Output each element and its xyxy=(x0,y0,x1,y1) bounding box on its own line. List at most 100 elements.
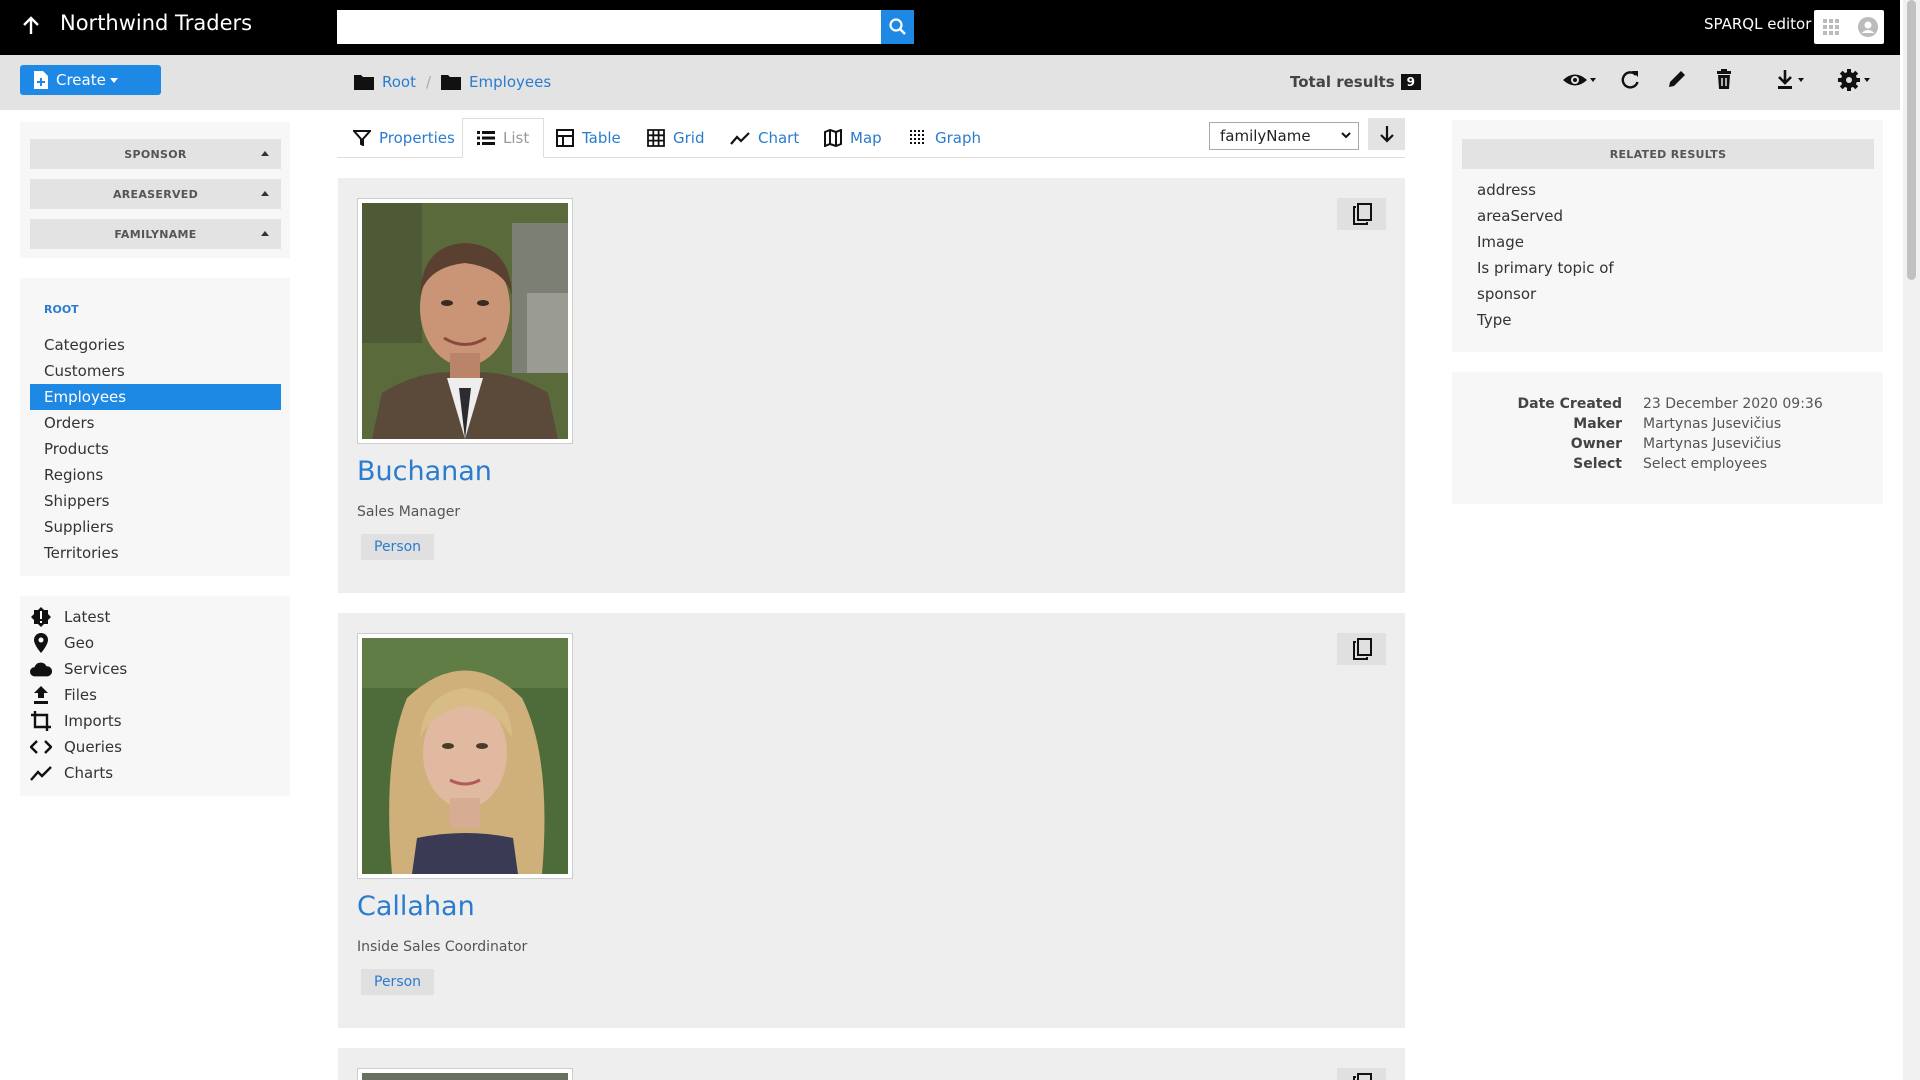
tab-table[interactable]: Table xyxy=(556,118,621,158)
search-button[interactable] xyxy=(881,10,914,44)
related-item-sponsor[interactable]: sponsor xyxy=(1477,285,1536,303)
breadcrumb-employees-label[interactable]: Employees xyxy=(469,73,551,91)
facet-sponsor[interactable]: SPONSOR xyxy=(30,139,281,169)
tab-table-label: Table xyxy=(582,129,621,147)
nav-item-employees[interactable]: Employees xyxy=(30,384,281,410)
refress-icon[interactable] xyxy=(1619,68,1641,92)
util-queries-label: Queries xyxy=(64,738,122,756)
tab-properties[interactable]: Properties xyxy=(353,118,455,158)
nav-item-orders[interactable]: Orders xyxy=(30,410,281,436)
nav-item-customers[interactable]: Customers xyxy=(30,358,281,384)
search-input[interactable] xyxy=(337,10,881,44)
nav-item-categories[interactable]: Categories xyxy=(30,332,281,358)
utilities-panel: Latest Geo Services Files Imports Querie… xyxy=(20,596,290,796)
nav-item-territories[interactable]: Territories xyxy=(30,540,281,566)
employee-photo[interactable] xyxy=(357,633,573,879)
meta-maker-link[interactable]: Martynas Jusevičius xyxy=(1643,416,1781,432)
facet-areaserved[interactable]: AREASERVED xyxy=(30,179,281,209)
tab-list[interactable]: List xyxy=(462,118,545,158)
download-icon[interactable] xyxy=(1776,68,1810,92)
util-geo[interactable]: Geo xyxy=(30,630,94,656)
toolbar: Create Root / Employees Total results 9 xyxy=(0,55,1900,110)
breadcrumb-separator: / xyxy=(425,73,432,91)
breadcrumb-root[interactable]: Root xyxy=(354,73,416,91)
scroll-thumb[interactable] xyxy=(1907,0,1916,280)
util-services[interactable]: Services xyxy=(30,656,127,682)
type-badge[interactable]: Person xyxy=(361,969,435,995)
related-item-image[interactable]: Image xyxy=(1477,233,1524,251)
sparql-editor-link[interactable]: SPARQL editor xyxy=(1704,15,1811,33)
tab-properties-label: Properties xyxy=(379,129,455,147)
sort-by-value: familyName xyxy=(1220,127,1311,145)
upload-icon xyxy=(34,686,48,704)
tab-map[interactable]: Map xyxy=(824,118,882,158)
eye-icon[interactable] xyxy=(1562,68,1596,92)
grid-icon xyxy=(647,129,665,147)
tab-grid[interactable]: Grid xyxy=(647,118,704,158)
app-title[interactable]: Northwind Traders xyxy=(60,11,252,35)
copy-button[interactable] xyxy=(1337,1068,1386,1080)
chart-line-icon xyxy=(30,766,52,781)
copy-button[interactable] xyxy=(1337,198,1386,230)
util-charts-label: Charts xyxy=(64,764,114,782)
util-geo-label: Geo xyxy=(64,634,95,652)
type-badge[interactable]: Person xyxy=(361,534,435,560)
breadcrumb: Root / Employees xyxy=(354,73,551,91)
folder-icon xyxy=(354,75,374,90)
map-icon xyxy=(824,129,842,147)
delete-icon[interactable] xyxy=(1715,68,1733,92)
page-scrollbar[interactable] xyxy=(1903,0,1920,1080)
tab-chart[interactable]: Chart xyxy=(730,118,799,158)
nav-item-shippers[interactable]: Shippers xyxy=(30,488,281,514)
tab-graph[interactable]: Graph xyxy=(909,118,981,158)
nav-item-regions[interactable]: Regions xyxy=(30,462,281,488)
apps-grid-icon[interactable] xyxy=(1823,19,1839,35)
facet-sponsor-label: SPONSOR xyxy=(124,147,187,161)
related-item-primary-topic[interactable]: Is primary topic of xyxy=(1477,259,1614,277)
related-item-address[interactable]: address xyxy=(1477,181,1536,199)
apps-account-button[interactable] xyxy=(1814,10,1884,44)
related-item-type[interactable]: Type xyxy=(1477,311,1511,329)
copy-icon xyxy=(1352,638,1372,660)
util-files-label: Files xyxy=(64,686,97,704)
meta-select-link[interactable]: Select employees xyxy=(1643,456,1767,472)
alert-icon xyxy=(31,607,51,627)
facet-familyname-label: FAMILYNAME xyxy=(114,227,197,241)
settings-icon[interactable] xyxy=(1838,68,1872,92)
graph-icon xyxy=(910,130,924,144)
nav-panel: ROOT Categories Customers Employees Orde… xyxy=(20,278,290,576)
nav-root-link[interactable]: ROOT xyxy=(44,303,79,316)
total-results-count: 9 xyxy=(1400,74,1421,90)
facet-areaserved-label: AREASERVED xyxy=(112,187,199,201)
employee-name-link[interactable]: Buchanan xyxy=(357,456,492,487)
employee-photo[interactable] xyxy=(357,1068,573,1080)
arrow-up-icon[interactable] xyxy=(20,14,42,40)
meta-owner-link[interactable]: Martynas Jusevičius xyxy=(1643,436,1781,452)
util-latest-label: Latest xyxy=(64,608,111,626)
sort-direction-button[interactable] xyxy=(1368,118,1405,150)
edit-icon[interactable] xyxy=(1666,68,1688,92)
result-card xyxy=(338,1048,1405,1080)
photo-partial xyxy=(362,1073,568,1080)
breadcrumb-employees[interactable]: Employees xyxy=(441,73,551,91)
util-imports[interactable]: Imports xyxy=(30,708,122,734)
copy-button[interactable] xyxy=(1337,633,1386,665)
cloud-icon xyxy=(30,662,52,677)
create-button[interactable]: Create xyxy=(20,65,161,95)
top-bar: Northwind Traders SPARQL editor xyxy=(0,0,1900,55)
util-charts[interactable]: Charts xyxy=(30,760,113,786)
util-files[interactable]: Files xyxy=(30,682,97,708)
employee-name-link[interactable]: Callahan xyxy=(357,891,475,922)
metadata-panel: Date Created 23 December 2020 09:36 Make… xyxy=(1452,372,1883,504)
util-latest[interactable]: Latest xyxy=(30,604,110,630)
nav-item-products[interactable]: Products xyxy=(30,436,281,462)
util-queries[interactable]: Queries xyxy=(30,734,122,760)
breadcrumb-root-label[interactable]: Root xyxy=(382,73,416,91)
nav-item-suppliers[interactable]: Suppliers xyxy=(30,514,281,540)
employee-photo[interactable] xyxy=(357,198,573,444)
sort-by-select[interactable]: familyName xyxy=(1209,122,1359,150)
facet-familyname[interactable]: FAMILYNAME xyxy=(30,219,281,249)
account-icon[interactable] xyxy=(1858,17,1878,37)
related-item-areaserved[interactable]: areaServed xyxy=(1477,207,1563,225)
portrait-image xyxy=(362,203,568,439)
